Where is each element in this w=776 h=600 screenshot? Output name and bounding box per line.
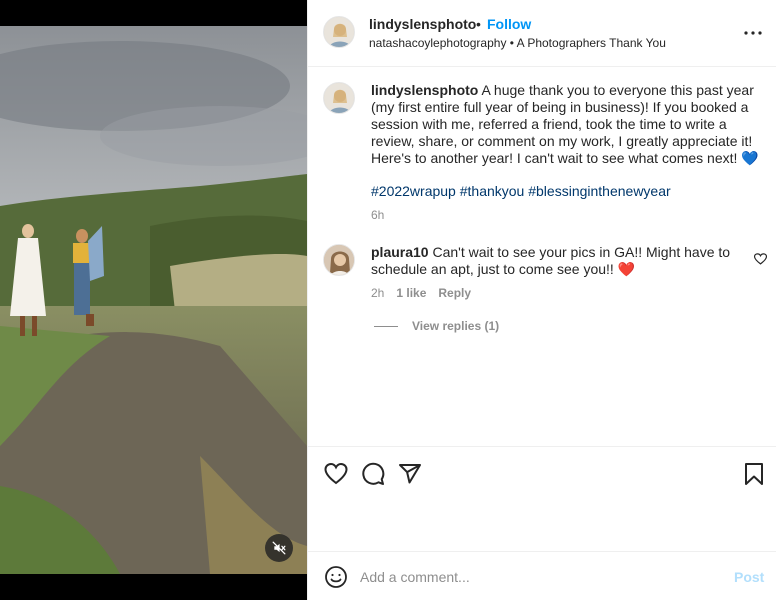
- comment-meta: 2h 1 like Reply: [371, 286, 471, 300]
- comment-likes-count[interactable]: 1 like: [396, 286, 426, 300]
- comment-body: plaura10 Can't wait to see your pics in …: [371, 244, 731, 278]
- commenter-username-link[interactable]: plaura10: [371, 244, 429, 260]
- small-heart-icon: [753, 253, 768, 265]
- comment-input[interactable]: [360, 565, 720, 589]
- audio-title-link[interactable]: A Photographers Thank You: [517, 36, 666, 50]
- header-separator: •: [476, 16, 481, 32]
- tagged-account-link[interactable]: natashacoylephotography: [369, 36, 506, 50]
- author-avatar[interactable]: [323, 16, 355, 48]
- replies-divider: [374, 325, 398, 327]
- comment-timestamp[interactable]: 2h: [371, 286, 384, 300]
- caption-hashtags[interactable]: #2022wrapup #thankyou #blessinginthenewy…: [371, 183, 671, 200]
- post-details-panel: lindyslensphoto • Follow natashacoylepho…: [307, 0, 776, 600]
- bookmark-icon: [745, 463, 763, 485]
- comment-like-button[interactable]: [753, 252, 768, 266]
- caption-author-avatar[interactable]: [323, 82, 355, 114]
- post-media-video[interactable]: [0, 0, 307, 600]
- comment-button[interactable]: [361, 462, 385, 486]
- emoji-icon: [325, 566, 347, 588]
- post-timestamp[interactable]: 6h: [371, 208, 384, 222]
- heart-icon: [324, 462, 348, 485]
- caption-username-link[interactable]: lindyslensphoto: [371, 82, 478, 98]
- share-icon: [399, 464, 421, 484]
- share-button[interactable]: [398, 462, 422, 486]
- comment-icon: [362, 462, 385, 485]
- add-comment-bar: Post: [308, 551, 776, 600]
- muted-speaker-icon: [272, 541, 286, 555]
- post-subtitle: natashacoylephotography • A Photographer…: [369, 36, 666, 50]
- subtitle-separator: •: [509, 36, 514, 50]
- commenter-avatar[interactable]: [323, 244, 355, 276]
- caption-body: lindyslensphoto A huge thank you to ever…: [371, 82, 763, 167]
- reply-button[interactable]: Reply: [438, 286, 471, 300]
- more-options-button[interactable]: [744, 24, 762, 42]
- follow-button[interactable]: Follow: [487, 16, 531, 32]
- post-comment-button[interactable]: Post: [734, 569, 764, 585]
- like-button[interactable]: [324, 462, 348, 486]
- post-actions-bar: [308, 446, 776, 550]
- post-header: lindyslensphoto • Follow natashacoylepho…: [308, 0, 776, 67]
- view-replies-label: View replies (1): [412, 319, 500, 333]
- mute-toggle-button[interactable]: [265, 534, 293, 562]
- more-options-icon: [744, 31, 762, 35]
- author-username-link[interactable]: lindyslensphoto: [369, 16, 476, 32]
- video-frame-image: [0, 26, 307, 574]
- view-replies-button[interactable]: View replies (1): [374, 319, 499, 333]
- emoji-button[interactable]: [324, 565, 348, 589]
- save-button[interactable]: [742, 462, 766, 486]
